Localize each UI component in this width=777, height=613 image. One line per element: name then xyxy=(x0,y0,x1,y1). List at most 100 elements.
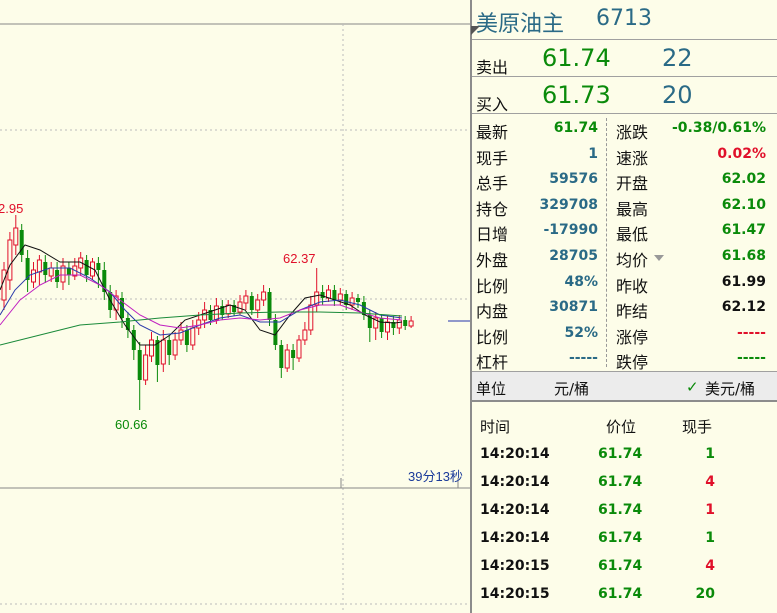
stat-r-9: 跌停 ----- xyxy=(616,346,766,372)
unit-option-usd[interactable]: 美元/桶 xyxy=(705,378,755,399)
stat-l-5: 外盘 28705 xyxy=(476,244,598,270)
candle-body xyxy=(255,299,261,311)
candle-body xyxy=(13,227,19,246)
local-high-label: 62.37 xyxy=(283,251,316,266)
candle-body xyxy=(267,292,272,320)
stat-r-6: 昨收 61.99 xyxy=(616,270,766,296)
high-price-label: 2.95 xyxy=(0,201,23,216)
stat-value: ----- xyxy=(568,350,598,367)
stat-value: -17990 xyxy=(543,222,598,239)
unit-selector[interactable]: 单位 元/桶 ✓ 美元/桶 xyxy=(472,372,777,402)
stat-label: 开盘 xyxy=(616,174,649,194)
candle-body xyxy=(36,259,42,273)
candle-body xyxy=(137,350,142,380)
tick-price: 61.74 xyxy=(598,530,643,546)
stat-value: 61.68 xyxy=(721,248,766,264)
candle-body xyxy=(196,319,202,329)
low-price-label: 60.66 xyxy=(115,417,148,432)
tick-time: 14:20:14 xyxy=(480,474,550,490)
stat-label: 现手 xyxy=(476,148,509,168)
candle-body xyxy=(66,268,71,275)
candle-body xyxy=(379,318,384,332)
stat-r-3: 最高 62.10 xyxy=(616,193,766,219)
tick-row: 14:20:14 61.74 1 xyxy=(472,496,777,524)
quote-panel: 美原油主 6713 卖出 61.74 22 买入 61.73 20 最新 61.7… xyxy=(470,0,777,613)
candle-body xyxy=(296,339,302,359)
stat-l-7: 内盘 30871 xyxy=(476,295,598,321)
stat-value: 62.10 xyxy=(721,196,766,213)
stat-l-0: 最新 61.74 xyxy=(476,116,598,142)
tick-time: 14:20:14 xyxy=(480,502,550,518)
dropdown-arrow-icon[interactable] xyxy=(654,255,664,261)
stat-label: 跌停 xyxy=(616,353,649,373)
unit-option-yuan[interactable]: 元/桶 xyxy=(554,378,589,399)
kline-chart[interactable]: 2.95 62.37 60.66 39分13秒 xyxy=(0,0,470,613)
check-icon: ✓ xyxy=(686,378,699,396)
sell-volume: 22 xyxy=(662,44,693,72)
stat-value: 61.74 xyxy=(553,120,598,136)
candle-body xyxy=(385,321,390,333)
stat-value: 329708 xyxy=(539,196,598,213)
candle-body xyxy=(48,267,54,277)
stat-label: 涨停 xyxy=(616,327,649,347)
tick-price: 61.74 xyxy=(598,474,643,490)
symbol-header: 美原油主 6713 xyxy=(471,0,777,40)
stat-label: 内盘 xyxy=(476,302,509,322)
tick-row: 14:20:15 61.74 4 xyxy=(472,552,777,580)
tick-price: 61.74 xyxy=(598,502,643,518)
candle-body xyxy=(213,305,219,321)
tick-row: 14:20:15 61.74 20 xyxy=(472,580,777,608)
symbol-name: 美原油主 xyxy=(476,12,565,37)
candle-body xyxy=(332,290,337,300)
tick-header-time: 时间 xyxy=(480,418,511,436)
stat-value: 52% xyxy=(564,324,598,341)
stat-l-4: 日增 -17990 xyxy=(476,218,598,244)
candle-body xyxy=(172,339,178,356)
stat-value: 59576 xyxy=(549,171,598,188)
sell-label: 卖出 xyxy=(476,58,509,77)
buy-volume: 20 xyxy=(662,81,693,109)
stat-label: 日增 xyxy=(476,225,509,245)
candle-body xyxy=(403,320,408,326)
stat-value: 30871 xyxy=(549,299,598,316)
kline-svg[interactable]: 2.95 62.37 60.66 39分13秒 xyxy=(0,0,470,613)
candle-body xyxy=(326,289,331,299)
candle-body xyxy=(302,329,308,341)
stat-label: 比例 xyxy=(476,276,509,296)
candle-body xyxy=(190,327,196,346)
sell-price: 61.74 xyxy=(542,44,611,72)
candle-body xyxy=(167,340,172,355)
corner-triangle-icon xyxy=(471,26,480,35)
stat-label: 最低 xyxy=(616,225,649,245)
tick-time: 14:20:15 xyxy=(480,558,550,574)
stat-l-9: 杠杆 ----- xyxy=(476,346,598,372)
stat-value: 61.47 xyxy=(721,222,766,239)
buy-label: 买入 xyxy=(476,95,509,114)
stats-grid: 最新 61.74 现手 1 总手 59576 持仓 329708 日增 -17990 外盘 28705… xyxy=(472,114,777,372)
buy-row[interactable]: 买入 61.73 20 xyxy=(472,77,777,114)
candle-body xyxy=(7,239,13,281)
stat-label: 速涨 xyxy=(616,148,649,168)
stat-label: 涨跌 xyxy=(616,123,649,142)
stat-label: 均价 xyxy=(616,251,649,270)
candle-body xyxy=(291,350,296,358)
tick-vol: 1 xyxy=(705,530,715,546)
stat-l-3: 持仓 329708 xyxy=(476,193,598,219)
tick-header-price: 价位 xyxy=(606,418,637,436)
candle-body xyxy=(131,330,136,350)
sell-row[interactable]: 卖出 61.74 22 xyxy=(472,40,777,77)
stat-l-2: 总手 59576 xyxy=(476,167,598,193)
candle-body xyxy=(396,319,402,329)
tick-header-volume: 现手 xyxy=(682,418,713,436)
stat-label: 最新 xyxy=(476,123,509,142)
stat-label: 外盘 xyxy=(476,251,509,270)
stat-value: ----- xyxy=(736,350,766,367)
candle-body xyxy=(184,330,189,345)
stat-label: 最高 xyxy=(616,199,649,219)
tick-row: 14:20:14 61.74 1 xyxy=(472,524,777,552)
candle-body xyxy=(178,329,184,341)
candle-body xyxy=(284,349,290,369)
stat-label: 昨收 xyxy=(616,276,649,296)
tick-row: 14:20:14 61.74 1 xyxy=(472,440,777,468)
candle-body xyxy=(96,263,101,270)
